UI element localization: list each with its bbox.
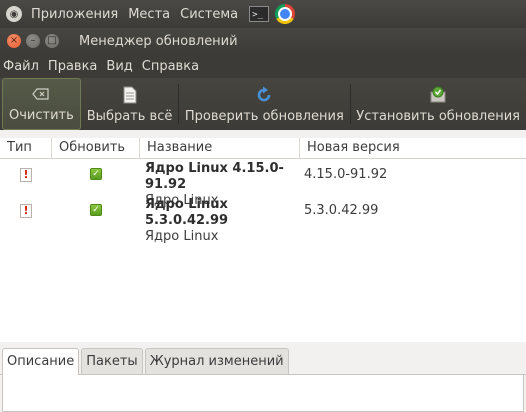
table-header: Тип Обновить Название Новая версия [0, 138, 526, 159]
details-tabs: Описание Пакеты Журнал изменений [0, 342, 526, 375]
window-title: Менеджер обновлений [79, 33, 238, 49]
select-all-button[interactable]: Выбрать всё [81, 78, 179, 130]
menu-file[interactable]: Файл [0, 59, 45, 74]
refresh-icon [255, 86, 273, 104]
table-row[interactable]: ! ✓ Ядро Linux 4.15.0-91.92 Ядро Linux 4… [0, 159, 526, 208]
column-header-type[interactable]: Тип [0, 138, 52, 158]
menu-view[interactable]: Вид [103, 59, 138, 74]
terminal-icon[interactable]: >_ [249, 6, 270, 22]
chrome-browser-icon[interactable] [275, 4, 296, 24]
toolbar: Очистить Выбрать всё Проверить обновлени… [0, 78, 526, 130]
tab-panel-content [2, 375, 524, 412]
minimize-window-button[interactable]: – [26, 34, 40, 48]
close-window-button[interactable]: × [7, 34, 21, 48]
document-icon [123, 86, 137, 104]
tab-description[interactable]: Описание [2, 348, 80, 375]
check-updates-button-label: Проверить обновления [184, 109, 344, 124]
clear-icon [32, 85, 50, 103]
menu-edit[interactable]: Правка [45, 59, 103, 74]
menu-system[interactable]: Система [175, 7, 243, 22]
column-header-update[interactable]: Обновить [52, 138, 140, 158]
install-updates-button-label: Установить обновления [356, 109, 520, 124]
update-checkbox[interactable]: ✓ [90, 168, 102, 180]
menu-applications[interactable]: Приложения [26, 7, 123, 22]
package-name: Ядро Linux 5.3.0.42.99 [145, 197, 229, 228]
table-row[interactable]: ! ✓ Ядро Linux 5.3.0.42.99 Ядро Linux 5.… [0, 195, 526, 244]
new-version: 4.15.0-91.92 [304, 167, 388, 182]
package-description: Ядро Linux [145, 229, 219, 244]
menubar: Файл Правка Вид Справка [0, 54, 526, 78]
security-update-icon: ! [20, 204, 32, 218]
system-panel: ◉ Приложения Места Система >_ [0, 0, 526, 28]
ubuntu-logo-icon[interactable]: ◉ [6, 6, 22, 22]
maximize-window-button[interactable]: □ [45, 34, 59, 48]
updates-table: Тип Обновить Название Новая версия ! ✓ Я… [0, 138, 526, 342]
menu-places[interactable]: Места [123, 7, 175, 22]
column-header-name[interactable]: Название [140, 138, 300, 158]
column-header-new-version[interactable]: Новая версия [300, 138, 526, 158]
new-version: 5.3.0.42.99 [304, 203, 379, 218]
install-icon [429, 86, 447, 104]
install-updates-button[interactable]: Установить обновления [350, 78, 526, 130]
package-name: Ядро Linux 4.15.0-91.92 [145, 161, 284, 192]
select-all-button-label: Выбрать всё [86, 109, 173, 124]
update-checkbox[interactable]: ✓ [90, 204, 102, 216]
check-updates-button[interactable]: Проверить обновления [179, 78, 350, 130]
tab-packages[interactable]: Пакеты [81, 348, 143, 374]
details-pane: Описание Пакеты Журнал изменений [0, 342, 526, 412]
window-titlebar: × – □ Менеджер обновлений [0, 28, 526, 54]
security-update-icon: ! [20, 168, 32, 182]
tab-changelog[interactable]: Журнал изменений [144, 348, 289, 374]
clear-button-label: Очистить [9, 108, 74, 123]
clear-button[interactable]: Очистить [2, 78, 81, 130]
menu-help[interactable]: Справка [139, 59, 205, 74]
